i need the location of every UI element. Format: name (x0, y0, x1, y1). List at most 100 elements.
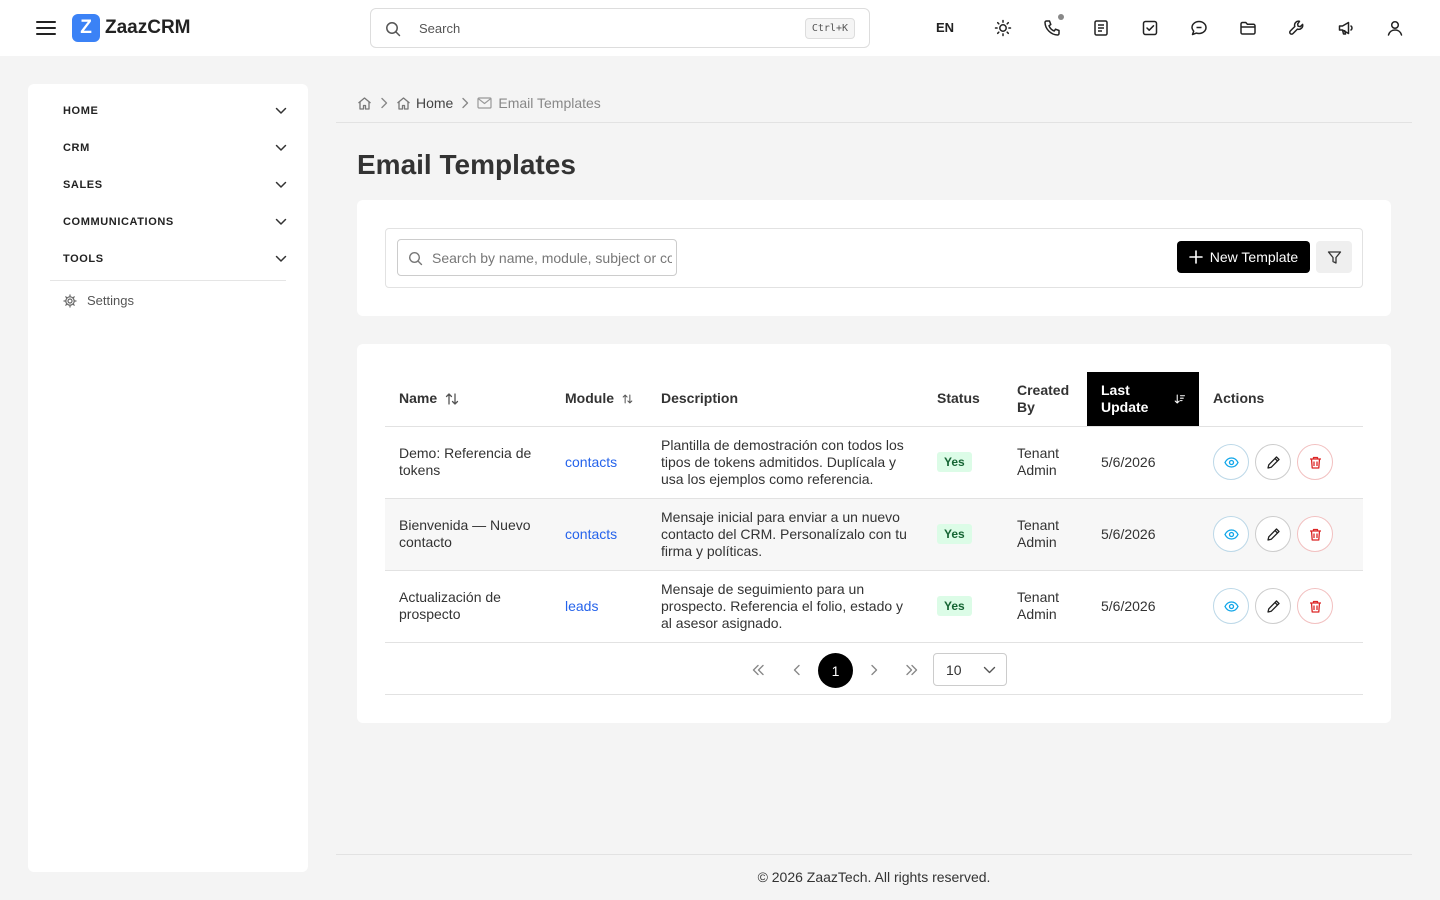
column-header-status: Status (923, 372, 1003, 427)
chevron-down-icon (275, 181, 287, 188)
sidebar-item-tools[interactable]: TOOLS (63, 249, 287, 269)
notes-icon[interactable] (1089, 16, 1113, 40)
table-row: Bienvenida — Nuevo contacto contacts Men… (385, 498, 1363, 571)
tasks-icon[interactable] (1138, 16, 1162, 40)
page-button-current[interactable]: 1 (818, 653, 853, 688)
filter-card: New Template (357, 200, 1391, 316)
wrench-icon[interactable] (1285, 16, 1309, 40)
cell-module-link[interactable]: contacts (565, 454, 617, 470)
chevron-down-icon (275, 255, 287, 262)
sidebar-item-sales[interactable]: SALES (63, 175, 287, 195)
search-icon (408, 251, 423, 266)
folder-icon[interactable] (1236, 16, 1260, 40)
last-page-button[interactable] (895, 653, 929, 687)
template-search[interactable] (397, 239, 677, 276)
filter-button[interactable] (1316, 241, 1352, 273)
sidebar-item-home[interactable]: HOME (63, 101, 287, 121)
breadcrumb-current-label: Email Templates (498, 95, 601, 111)
chevron-left-icon (793, 664, 800, 676)
trash-icon (1309, 600, 1321, 613)
sort-descending-icon (1174, 394, 1185, 404)
user-icon[interactable] (1383, 16, 1407, 40)
cell-created-by: Tenant Admin (1003, 426, 1087, 499)
sidebar: HOME CRM SALES COMMUNICATIONS TOOLS Sett… (28, 84, 308, 872)
table-row: Demo: Referencia de tokens contacts Plan… (385, 426, 1363, 499)
breadcrumb-home[interactable]: Home (396, 95, 453, 111)
cell-name: Actualización de prospecto (385, 570, 551, 643)
notification-dot (1058, 14, 1064, 20)
view-button[interactable] (1213, 516, 1249, 552)
cell-module-link[interactable]: leads (565, 598, 598, 614)
megaphone-icon[interactable] (1334, 16, 1358, 40)
column-header-label: Name (399, 390, 438, 407)
template-search-input[interactable] (432, 241, 672, 274)
eye-icon (1223, 600, 1239, 612)
phone-icon[interactable] (1040, 14, 1064, 40)
column-header-label: Last Update (1101, 381, 1149, 415)
sort-icon (445, 393, 459, 405)
top-bar: Z ZaazCRM Search Ctrl+K EN (0, 0, 1440, 56)
app-logo[interactable]: Z (72, 14, 100, 42)
trash-icon (1309, 528, 1321, 541)
app-name[interactable]: ZaazCRM (105, 17, 191, 39)
trash-icon (1309, 456, 1321, 469)
page-title: Email Templates (357, 149, 576, 180)
sidebar-item-label: COMMUNICATIONS (63, 216, 174, 228)
breadcrumb-home-label: Home (416, 95, 454, 111)
delete-button[interactable] (1297, 588, 1333, 624)
status-badge: Yes (937, 596, 972, 616)
new-template-button[interactable]: New Template (1177, 241, 1310, 273)
footer-divider (336, 854, 1412, 855)
global-search[interactable]: Search Ctrl+K (370, 8, 870, 48)
column-header-actions: Actions (1199, 372, 1363, 427)
chat-icon[interactable] (1187, 16, 1211, 40)
cell-last-update: 5/6/2026 (1087, 498, 1199, 571)
cell-module-link[interactable]: contacts (565, 526, 617, 542)
sidebar-item-crm[interactable]: CRM (63, 138, 287, 158)
language-switcher[interactable]: EN (936, 20, 954, 36)
search-shortcut-hint: Ctrl+K (804, 18, 855, 39)
column-header-module[interactable]: Module (551, 372, 647, 427)
footer-copyright: © 2026 ZaazTech. All rights reserved. (757, 869, 991, 885)
sidebar-item-communications[interactable]: COMMUNICATIONS (63, 212, 287, 232)
previous-page-button[interactable] (780, 653, 814, 687)
sun-icon[interactable] (991, 16, 1015, 40)
page-size-select[interactable]: 10 (933, 653, 1007, 686)
next-page-button[interactable] (857, 653, 891, 687)
delete-button[interactable] (1297, 444, 1333, 480)
edit-button[interactable] (1255, 516, 1291, 552)
column-header-label: Actions (1213, 390, 1265, 407)
sidebar-item-label: HOME (63, 105, 99, 117)
cell-last-update: 5/6/2026 (1087, 426, 1199, 499)
column-header-created-by: Created By (1003, 372, 1087, 427)
chevron-right-icon (380, 97, 388, 109)
sidebar-item-label: Settings (87, 293, 134, 308)
eye-icon (1223, 456, 1239, 468)
templates-table: Name Module Description Status Created B… (385, 372, 1363, 643)
chevrons-right-icon (906, 664, 918, 676)
home-icon[interactable] (357, 96, 372, 111)
breadcrumb-current: Email Templates (477, 95, 601, 111)
cell-description: Mensaje inicial para enviar a un nuevo c… (647, 498, 923, 571)
edit-button[interactable] (1255, 444, 1291, 480)
pencil-icon (1266, 455, 1280, 469)
view-button[interactable] (1213, 444, 1249, 480)
menu-icon[interactable] (35, 17, 57, 39)
status-badge: Yes (937, 524, 972, 544)
first-page-button[interactable] (741, 653, 775, 687)
sidebar-item-settings[interactable]: Settings (63, 293, 134, 308)
edit-button[interactable] (1255, 588, 1291, 624)
page-size-value: 10 (946, 661, 962, 678)
cell-name: Demo: Referencia de tokens (385, 426, 551, 499)
plus-icon (1188, 250, 1203, 264)
column-header-label: Description (661, 390, 739, 407)
column-header-last-update[interactable]: Last Update (1087, 372, 1199, 427)
view-button[interactable] (1213, 588, 1249, 624)
pencil-icon (1266, 599, 1280, 613)
table-toolbar: New Template (385, 228, 1363, 288)
eye-icon (1223, 528, 1239, 540)
delete-button[interactable] (1297, 516, 1333, 552)
column-header-name[interactable]: Name (385, 372, 551, 427)
table-row: Actualización de prospecto leads Mensaje… (385, 570, 1363, 643)
table-card: Name Module Description Status Created B… (357, 344, 1391, 723)
